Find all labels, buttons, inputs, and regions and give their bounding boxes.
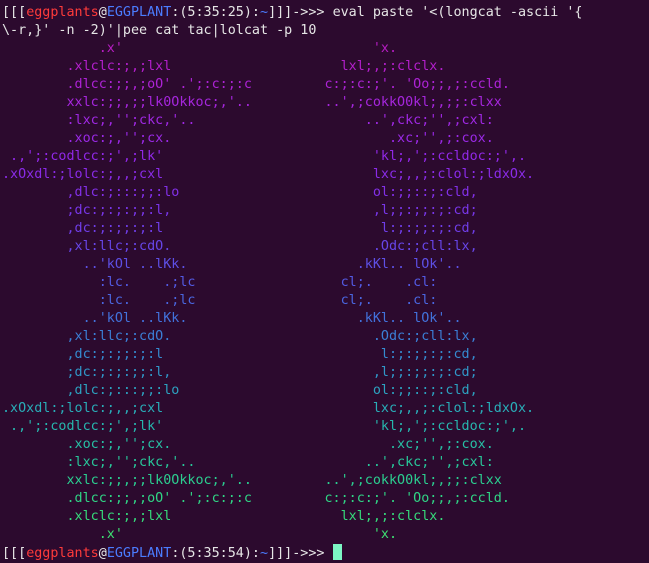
prompt-host: EGGPLANT (106, 5, 172, 20)
command-text-line-1: eval paste '<(longcat -ascii '{ (332, 5, 583, 20)
ascii-art-line: xxlc:;;,;;lk0Okkoc;,'.. ..',;cokkO0kl;,;… (2, 95, 502, 110)
ascii-art-line: :lxc;,'';ckc,'.. ..',ckc;'',;cxl: (2, 455, 494, 470)
ascii-art-line: ,dlc:;:::;;:lo ol:;;::;:cld, (2, 185, 478, 200)
prompt-path: ~ (260, 5, 269, 20)
ascii-art-line: :lc. .;lc cl;. .cl: (2, 275, 438, 290)
ascii-art-line: :lc. .;lc cl;. .cl: (2, 293, 438, 308)
terminal-window[interactable]: [[[eggplants@EGGPLANT:(5:35:25):~]]]->>>… (0, 0, 649, 562)
ascii-art-line: .xoc:;,'';cx. .xc;'',;:cox. (2, 131, 494, 146)
prompt-at: @ (98, 5, 107, 20)
ascii-art-line: .xlclc:;,;lxl lxl;,;:clclx. (2, 509, 446, 524)
ascii-art-line: ..'kOl ..lKk. .kKl.. lOk'.. (2, 311, 462, 326)
prompt-open: [[[ (2, 5, 27, 20)
ascii-art-line: .x' 'x. (2, 41, 398, 56)
ascii-art-line: :lxc;,'';ckc,'.. ..',ckc;'',;cxl: (2, 113, 494, 128)
ascii-art-line: .xoc:;,'';cx. .xc;'',;:cox. (2, 437, 494, 452)
prompt-line-2[interactable]: [[[eggplants@EGGPLANT:(5:35:54):~]]]->>> (2, 544, 649, 562)
ascii-art-line: .xlclc:;,;lxl lxl;,;:clclx. (2, 59, 446, 74)
ascii-art-line: ,dlc:;:::;;:lo ol:;;::;:cld, (2, 383, 478, 398)
prompt-line-1: [[[eggplants@EGGPLANT:(5:35:25):~]]]->>>… (2, 4, 649, 22)
ascii-art-line: .,';:codlcc:;',;lk' 'kl;,';:ccldoc:;',. (2, 149, 527, 164)
ascii-art-line: ..'kOl ..lKk. .kKl.. lOk'.. (2, 257, 462, 272)
prompt-host: EGGPLANT (106, 546, 172, 561)
text-cursor[interactable] (332, 544, 342, 560)
ascii-art-line: ,dc:;:;;:;:l l:;:;;:;:cd, (2, 221, 478, 236)
prompt-time: :(5:35:54): (171, 546, 260, 561)
ascii-art-line: .,';:codlcc:;',;lk' 'kl;,';:ccldoc:;',. (2, 419, 527, 434)
prompt-path: ~ (260, 546, 269, 561)
prompt-user: eggplants (26, 546, 99, 561)
prompt-user: eggplants (26, 5, 99, 20)
ascii-art-output: .x' 'x. .xlclc:;,;lxl lxl;,;:clclx. .dlc… (2, 40, 649, 544)
ascii-art-line: .xOxdl:;lolc:;,,;cxl lxc;,,;:clol:;ldxOx… (2, 167, 535, 182)
ascii-art-line: xxlc:;;,;;lk0Okkoc;,'.. ..',;cokkO0kl;,;… (2, 473, 502, 488)
prompt-close: ]]]->>> (268, 5, 333, 20)
ascii-art-line: ;dc:;:;:;;:l, ,l;;:;;:;:cd; (2, 365, 478, 380)
ascii-art-line: ,dc:;:;;:;:l l:;:;;:;:cd, (2, 347, 478, 362)
ascii-art-line: ,xl:llc;:cdO. .Odc:;cll:lx, (2, 329, 478, 344)
prompt-open: [[[ (2, 546, 27, 561)
ascii-art-line: .x' 'x. (2, 527, 398, 542)
ascii-art-line: .dlcc:;;,;oO' .';:c:;:c c:;:c:;'. 'Oo;;,… (2, 77, 510, 92)
ascii-art-line: .dlcc:;;,;oO' .';:c:;:c c:;:c:;'. 'Oo;;,… (2, 491, 510, 506)
prompt-close: ]]]->>> (268, 546, 333, 561)
prompt-at: @ (98, 546, 107, 561)
ascii-art-line: .xOxdl:;lolc:;,,;cxl lxc;,,;:clol:;ldxOx… (2, 401, 535, 416)
command-text-line-2: \-r,}' -n -2)'|pee cat tac|lolcat -p 10 (2, 23, 317, 38)
prompt-time: :(5:35:25): (171, 5, 260, 20)
ascii-art-line: ;dc:;:;:;;:l, ,l;;:;;:;:cd; (2, 203, 478, 218)
ascii-art-line: ,xl:llc;:cdO. .Odc:;cll:lx, (2, 239, 478, 254)
